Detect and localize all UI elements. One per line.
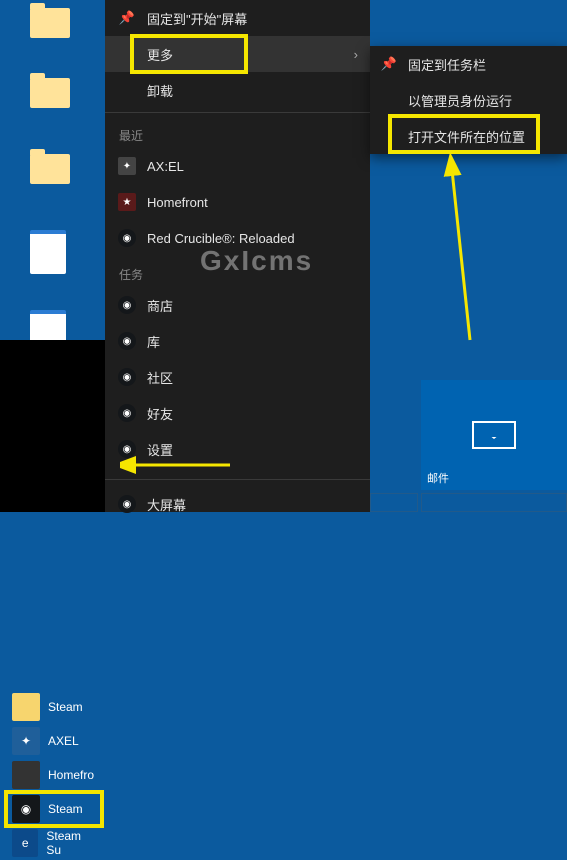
- menu-label: 固定到任务栏: [408, 55, 486, 74]
- tile-label: Steam Su: [46, 829, 96, 857]
- pin-icon: 📌: [380, 56, 398, 72]
- axel-icon: ✦: [12, 727, 40, 755]
- tile-label: Homefro: [48, 768, 94, 782]
- chevron-right-icon: ›: [354, 47, 358, 62]
- menu-label: Red Crucible®: Reloaded: [147, 231, 295, 246]
- game-icon: ✦: [118, 157, 136, 175]
- steam-icon: ◉: [118, 332, 136, 350]
- steam-icon: ◉: [118, 368, 136, 386]
- submenu-pin-taskbar[interactable]: 📌 固定到任务栏: [370, 46, 567, 82]
- task-item[interactable]: ◉ 设置: [105, 431, 370, 467]
- submenu-open-location[interactable]: 打开文件所在的位置: [370, 118, 567, 154]
- recent-item[interactable]: ◉ Red Crucible®: Reloaded: [105, 220, 370, 256]
- desktop-icons-column: [30, 0, 70, 368]
- menu-label: 好友: [147, 404, 173, 423]
- menu-label: 商店: [147, 296, 173, 315]
- desktop-file[interactable]: [30, 230, 70, 274]
- separator: [105, 479, 370, 480]
- menu-label: 社区: [147, 368, 173, 387]
- menu-label: 固定到"开始"屏幕: [147, 9, 247, 28]
- mail-tile[interactable]: 邮件: [421, 380, 567, 490]
- steam-icon: ◉: [118, 229, 136, 247]
- mail-icon: [472, 421, 516, 449]
- task-item[interactable]: ◉ 社区: [105, 359, 370, 395]
- recent-item[interactable]: ✦ AX:EL: [105, 148, 370, 184]
- tile-steam-folder[interactable]: Steam: [6, 690, 102, 724]
- tile-placeholder: [421, 493, 567, 512]
- annotation-arrow: [400, 150, 490, 350]
- submenu-run-admin[interactable]: 以管理员身份运行: [370, 82, 567, 118]
- game-icon: ★: [118, 193, 136, 211]
- steam-icon: ◉: [118, 495, 136, 513]
- menu-label: Homefront: [147, 195, 208, 210]
- tile-edge[interactable]: e Steam Su: [6, 826, 102, 860]
- start-panel: Steam ✦AXEL Homefro ◉Steam eSteam Su: [0, 340, 105, 512]
- more-submenu: 📌 固定到任务栏 以管理员身份运行 打开文件所在的位置: [370, 46, 567, 154]
- desktop-folder[interactable]: [30, 78, 70, 108]
- tile-axel[interactable]: ✦ AXEL: [6, 724, 102, 758]
- steam-icon: ◉: [12, 795, 40, 823]
- tile-steam-app[interactable]: ◉ Steam: [6, 792, 102, 826]
- menu-big-picture[interactable]: ◉ 大屏幕: [105, 486, 370, 522]
- context-menu: 📌 固定到"开始"屏幕 更多 › 卸载 最近 ✦ AX:EL ★ Homefront…: [105, 0, 370, 512]
- homefront-icon: [12, 761, 40, 789]
- tile-homefront[interactable]: Homefro: [6, 758, 102, 792]
- task-item[interactable]: ◉库: [105, 323, 370, 359]
- task-item[interactable]: ◉ 好友: [105, 395, 370, 431]
- steam-icon: ◉: [118, 296, 136, 314]
- folder-icon: [12, 693, 40, 721]
- tile-label: Steam: [48, 802, 83, 816]
- desktop-folder[interactable]: [30, 154, 70, 184]
- edge-icon: e: [12, 829, 38, 857]
- menu-label: 卸载: [147, 81, 173, 100]
- menu-pin-start[interactable]: 📌 固定到"开始"屏幕: [105, 0, 370, 36]
- recent-header: 最近: [105, 117, 370, 148]
- menu-uninstall[interactable]: 卸载: [105, 72, 370, 108]
- menu-label: 设置: [147, 440, 173, 459]
- pin-icon: 📌: [117, 10, 137, 26]
- separator: [105, 112, 370, 113]
- start-tiles: Steam ✦ AXEL Homefro ◉ Steam e Steam Su: [6, 690, 102, 860]
- menu-label: 以管理员身份运行: [408, 91, 512, 110]
- tile-placeholder: [370, 493, 418, 512]
- tile-label: Steam: [48, 700, 83, 714]
- steam-icon: ◉: [118, 404, 136, 422]
- steam-icon: ◉: [118, 440, 136, 458]
- recent-item[interactable]: ★ Homefront: [105, 184, 370, 220]
- desktop-folder[interactable]: [30, 8, 70, 38]
- menu-more[interactable]: 更多 ›: [105, 36, 370, 72]
- menu-label: 更多: [147, 45, 173, 64]
- task-item[interactable]: ◉ 商店: [105, 287, 370, 323]
- tile-label: AXEL: [48, 734, 79, 748]
- menu-label: 库: [147, 332, 160, 351]
- menu-label: AX:EL: [147, 159, 184, 174]
- tile-label: 邮件: [427, 470, 449, 486]
- menu-label: 打开文件所在的位置: [408, 127, 525, 146]
- tasks-header: 任务: [105, 256, 370, 287]
- menu-label: 大屏幕: [147, 495, 186, 514]
